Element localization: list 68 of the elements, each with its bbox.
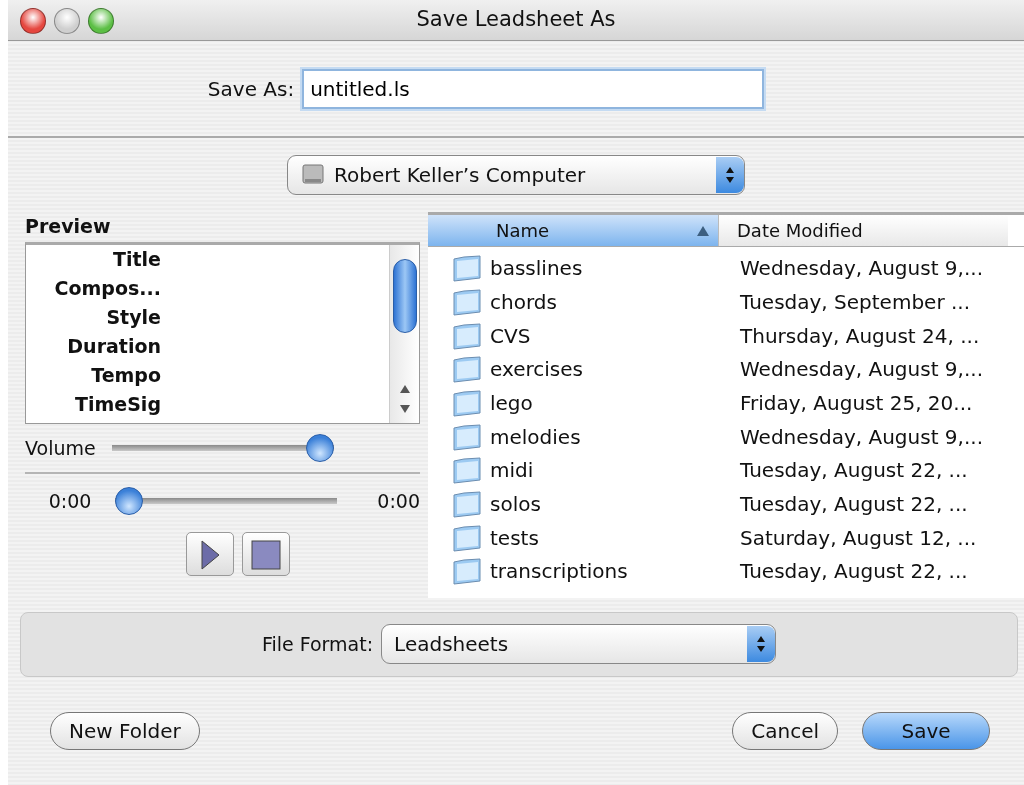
sort-arrow-icon [696, 224, 710, 237]
file-name[interactable]: solos [490, 489, 732, 520]
total-time: 0:00 [377, 489, 420, 515]
file-name[interactable]: transcriptions [490, 556, 732, 587]
play-icon [199, 539, 220, 570]
scroll-up-icon[interactable] [398, 383, 411, 396]
stop-icon [250, 539, 281, 570]
field-label: Style [105, 305, 161, 331]
file-name[interactable]: basslines [490, 253, 732, 284]
scrollbar[interactable] [389, 245, 419, 424]
folder-icon [452, 254, 482, 283]
folder-icon [452, 355, 482, 384]
date-modified: Tuesday, August 22, ... [740, 457, 968, 485]
window-control-button[interactable] [20, 8, 46, 34]
window-control-button[interactable] [54, 8, 80, 34]
stepper-arrows-icon [716, 157, 744, 194]
folder-icon [452, 389, 482, 418]
column-header[interactable]: Name [428, 215, 718, 247]
save-as-label: Save As: [207, 75, 295, 103]
dialog-button[interactable]: Save [862, 711, 990, 750]
volume-label: Volume [25, 436, 96, 462]
folder-icon [452, 490, 482, 519]
date-modified: Thursday, August 24, ... [740, 322, 980, 350]
dialog-button[interactable]: New Folder [50, 711, 200, 750]
folder-icon [452, 287, 482, 316]
file-name[interactable]: CVS [490, 320, 732, 351]
field-label: Tempo [90, 363, 161, 389]
play-button[interactable] [185, 532, 234, 577]
file-format-popup[interactable]: Leadsheets [381, 624, 777, 665]
file-format-label: File Format: [261, 632, 374, 658]
date-modified: Friday, August 25, 20... [740, 390, 973, 418]
file-name[interactable]: lego [490, 388, 732, 419]
stop-button[interactable] [241, 532, 290, 577]
folder-icon [452, 422, 482, 451]
date-modified: Tuesday, September ... [740, 288, 971, 316]
date-modified: Saturday, August 12, ... [740, 524, 977, 552]
field-label: Duration [66, 334, 161, 360]
field-label: TimeSig [74, 392, 161, 418]
window-title: Save Leadsheet As [416, 6, 616, 34]
preview-heading: Preview [25, 214, 112, 240]
folder-icon [452, 321, 482, 350]
slider-thumb[interactable] [115, 487, 143, 516]
folder-icon [452, 456, 482, 485]
file-name[interactable]: chords [490, 286, 732, 317]
date-modified: Wednesday, August 9,... [740, 255, 983, 283]
date-modified: Tuesday, August 22, ... [740, 558, 968, 586]
file-name[interactable]: exercises [490, 354, 732, 385]
file-name[interactable]: melodies [490, 421, 732, 452]
file-name[interactable]: tests [490, 522, 732, 553]
stepper-arrows-icon [747, 626, 776, 663]
field-label: Title [112, 247, 161, 273]
volume-slider[interactable] [111, 434, 334, 463]
folder-icon [452, 523, 482, 552]
date-modified: Wednesday, August 9,... [740, 423, 983, 451]
elapsed-time: 0:00 [47, 489, 93, 515]
filename-field[interactable]: untitled.ls [302, 68, 765, 109]
file-name[interactable]: midi [490, 455, 732, 486]
location-popup[interactable]: Robert Keller’s Computer [287, 155, 745, 196]
date-modified: Tuesday, August 22, ... [740, 491, 968, 519]
field-label: Compos... [53, 276, 161, 302]
slider-thumb[interactable] [305, 434, 334, 463]
scrollbar-thumb[interactable] [392, 259, 417, 334]
date-modified: Wednesday, August 9,... [740, 356, 983, 384]
playback-slider[interactable] [115, 487, 337, 516]
folder-icon [452, 557, 482, 586]
column-header[interactable]: Date Modified [718, 215, 1008, 247]
dialog-button[interactable]: Cancel [732, 711, 838, 750]
window-control-button[interactable] [88, 8, 114, 34]
